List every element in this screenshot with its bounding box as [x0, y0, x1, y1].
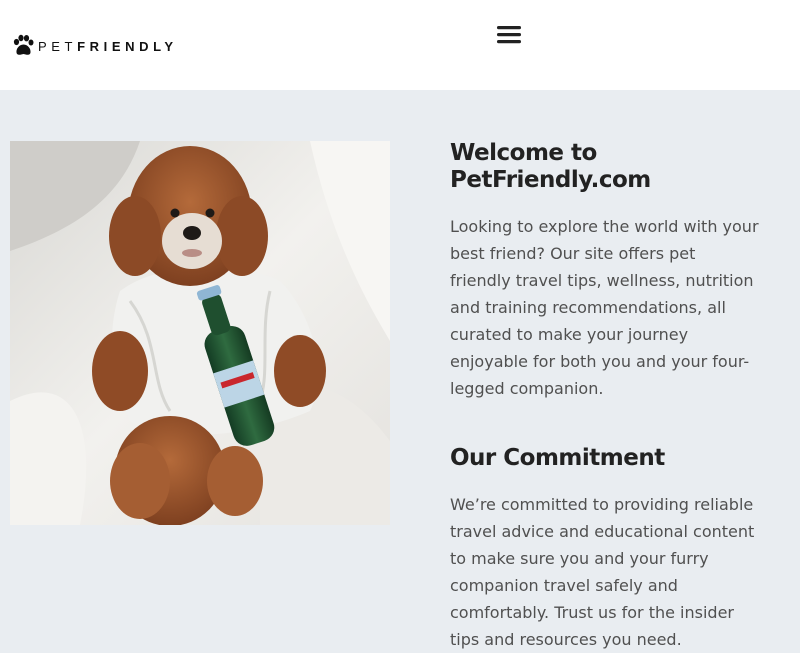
site-header: PETFRIENDLY [0, 0, 800, 90]
commitment-paragraph: We’re committed to providing reliable tr… [450, 495, 755, 649]
paw-icon [13, 34, 34, 55]
welcome-heading: Welcome to PetFriendly.com [450, 140, 651, 193]
intro-section: Welcome to PetFriendly.com Looking to ex… [450, 140, 760, 653]
logo-text-bold: FRIENDLY [77, 38, 178, 54]
site-logo[interactable]: PETFRIENDLY [10, 33, 178, 59]
commitment-heading: Our Commitment [450, 445, 665, 471]
welcome-paragraph: Looking to explore the world with your b… [450, 217, 759, 398]
logo-text-light: PET [38, 38, 78, 54]
logo-text: PETFRIENDLY [38, 40, 178, 53]
main-content: Welcome to PetFriendly.com Looking to ex… [0, 90, 800, 649]
hamburger-menu-icon[interactable] [493, 21, 525, 49]
hero-dog-photo [10, 141, 390, 525]
